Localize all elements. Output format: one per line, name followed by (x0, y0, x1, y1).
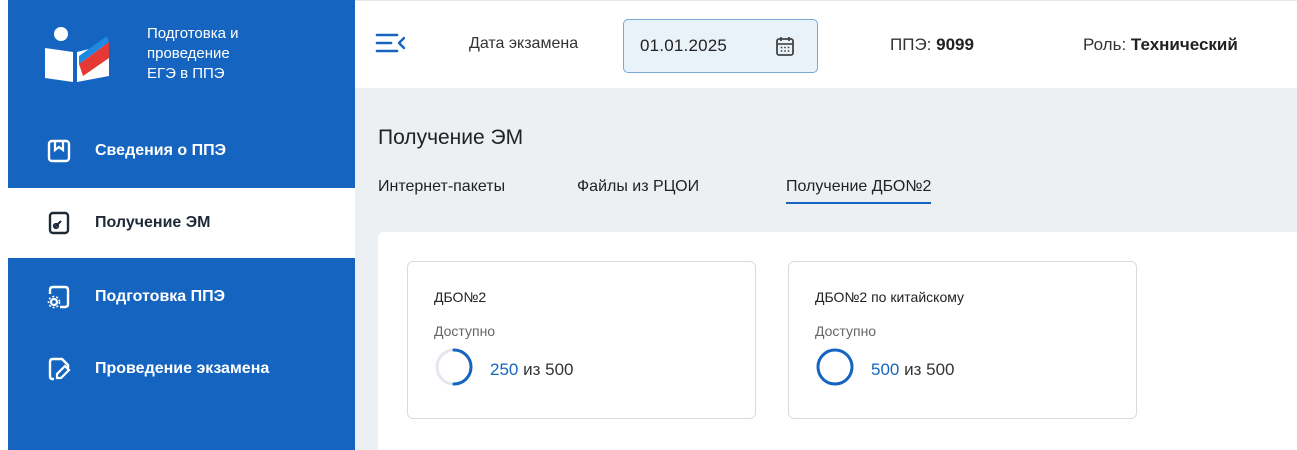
tab-rcoi-files[interactable]: Файлы из РЦОИ (577, 178, 699, 202)
top-bar: Дата экзамена 01.01.2025 ППЭ: 9099 Роль:… (355, 0, 1297, 88)
app-title-line: проведение (147, 45, 230, 62)
sidebar-item-label: Подготовка ППЭ (95, 288, 226, 305)
download-doc-icon (48, 211, 70, 235)
progress-ring-icon (435, 348, 473, 386)
total-count: 500 (926, 360, 955, 379)
progress-ring-icon (816, 348, 854, 386)
total-count: 500 (545, 360, 574, 379)
card-status: Доступно (815, 323, 877, 339)
logo-book-icon (45, 27, 109, 82)
sidebar-item-conduct-exam[interactable]: Проведение экзамена (8, 334, 355, 404)
gear-doc-icon (47, 285, 70, 309)
card-status: Доступно (434, 323, 496, 339)
count-separator: из (904, 360, 922, 379)
role-indicator: Роль: Технический (1083, 35, 1238, 55)
sidebar-item-ppe-info[interactable]: Сведения о ППЭ (8, 116, 355, 186)
pen-doc-icon (48, 357, 71, 381)
ppe-label: ППЭ: (890, 35, 932, 54)
available-count: 250 (490, 360, 519, 379)
main-content: Получение ЭМ Интернет-пакеты Файлы из РЦ… (355, 88, 1297, 450)
card-counts: 500 из 500 (871, 360, 955, 380)
tab-internet-packages[interactable]: Интернет-пакеты (378, 178, 505, 202)
card-title: ДБО№2 по китайскому (815, 289, 965, 305)
package-card[interactable]: ДБО№2 по китайскому Доступно 500 из 500 (788, 261, 1137, 419)
sidebar-item-label: Получение ЭМ (95, 214, 211, 231)
bookmark-icon (47, 139, 71, 163)
package-card[interactable]: ДБО№2 Доступно 250 из 500 (407, 261, 756, 419)
sidebar-item-get-em[interactable]: Получение ЭМ (8, 188, 355, 258)
app-title: Подготовка и проведение ЕГЭ в ППЭ (147, 24, 347, 84)
cards-panel: ДБО№2 Доступно 250 из 500 ДБО№2 по китай… (378, 232, 1297, 450)
card-title: ДБО№2 (434, 289, 487, 305)
exam-date-label: Дата экзамена (469, 35, 579, 52)
ppe-value: 9099 (936, 35, 974, 54)
sidebar: Подготовка и проведение ЕГЭ в ППЭ Сведен… (8, 0, 355, 450)
sidebar-item-label: Проведение экзамена (95, 360, 270, 377)
exam-date-value: 01.01.2025 (640, 36, 728, 55)
exam-date-field[interactable]: 01.01.2025 (623, 19, 818, 73)
menu-collapse-icon[interactable] (375, 30, 407, 56)
role-label: Роль: (1083, 35, 1127, 54)
count-separator: из (523, 360, 541, 379)
app-logo[interactable]: Подготовка и проведение ЕГЭ в ППЭ (8, 0, 355, 110)
role-value: Технический (1130, 35, 1238, 54)
calendar-icon[interactable] (774, 35, 796, 57)
tab-get-dbo2[interactable]: Получение ДБО№2 (786, 178, 932, 204)
ppe-indicator: ППЭ: 9099 (890, 35, 974, 55)
sidebar-item-label: Сведения о ППЭ (95, 142, 227, 159)
sidebar-item-prepare-ppe[interactable]: Подготовка ППЭ (8, 262, 355, 332)
available-count: 500 (871, 360, 900, 379)
card-counts: 250 из 500 (490, 360, 574, 380)
page-title: Получение ЭМ (378, 126, 524, 149)
app-title-line: ЕГЭ в ППЭ (147, 65, 225, 82)
app-title-line: Подготовка и (147, 25, 239, 42)
